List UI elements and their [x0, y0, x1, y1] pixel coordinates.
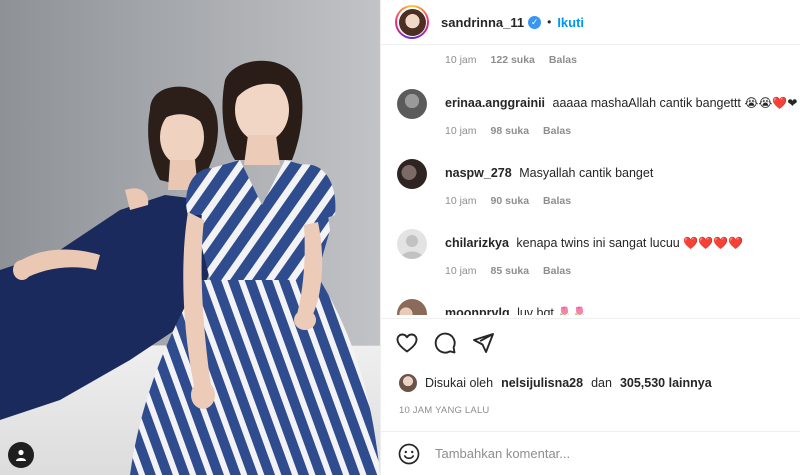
follow-button[interactable]: Ikuti	[557, 15, 584, 30]
commenter-avatar[interactable]	[397, 299, 427, 315]
commenter-avatar[interactable]	[397, 229, 427, 259]
comment-likes[interactable]: 98 suka	[491, 125, 530, 137]
comment-text: naspw_278 Masyallah cantik banget	[445, 166, 653, 180]
comment-likes[interactable]: 122 suka	[491, 54, 535, 66]
share-icon	[473, 332, 494, 353]
author-avatar[interactable]	[395, 5, 429, 39]
commenter-username[interactable]: moonprvlg	[445, 306, 510, 315]
likes-joiner: dan	[591, 376, 612, 390]
comment-input[interactable]	[435, 446, 765, 461]
author-username[interactable]: sandrinna_11	[441, 15, 524, 30]
comment-text: erinaa.anggrainii aaaaa mashaAllah canti…	[445, 96, 797, 110]
photo-tag-button[interactable]	[8, 442, 34, 468]
commenter-username[interactable]: chilarizkya	[445, 236, 509, 250]
heart-icon	[396, 333, 418, 352]
post-header: sandrinna_11 ✓ • Ikuti	[381, 0, 800, 45]
likes-count[interactable]: 305,530 lainnya	[620, 376, 712, 390]
comment-emoji: 🌷🌷	[557, 306, 588, 315]
comment-body: aaaaa mashaAllah cantik bangettt	[552, 96, 741, 110]
comment-item: naspw_278 Masyallah cantik banget 10 jam…	[381, 157, 800, 227]
comment-time: 10 jam	[445, 54, 477, 66]
header-separator: •	[547, 15, 552, 29]
comment-likes[interactable]: 90 suka	[491, 195, 530, 207]
photo-subjects	[0, 60, 380, 475]
likes-prefix: Disukai oleh	[425, 376, 494, 390]
commenter-username[interactable]: naspw_278	[445, 166, 512, 180]
comment-item: erinaa.anggrainii aaaaa mashaAllah canti…	[381, 87, 800, 157]
reply-button[interactable]: Balas	[543, 265, 571, 277]
comment-text: moonprvlg luv bqt 🌷🌷	[445, 306, 587, 315]
default-avatar-icon	[401, 235, 423, 259]
comment-time: 10 jam	[445, 125, 477, 137]
comment-item: chilarizkya kenapa twins ini sangat lucu…	[381, 227, 800, 297]
comment-time: 10 jam	[445, 195, 477, 207]
comment-body: Masyallah cantik banget	[519, 166, 654, 180]
comment-item: moonprvlg luv bqt 🌷🌷	[381, 297, 800, 315]
comment-meta: 10 jam 122 suka Balas	[445, 54, 577, 66]
likes-summary: Disukai oleh nelsijulisna28 dan 305,530 …	[399, 374, 712, 392]
reply-button[interactable]: Balas	[543, 125, 571, 137]
comment-button[interactable]	[433, 331, 457, 355]
liker-username[interactable]: nelsijulisna28	[501, 376, 583, 390]
like-button[interactable]	[395, 331, 419, 355]
commenter-avatar[interactable]	[397, 89, 427, 119]
comment-meta: 10 jam 85 suka Balas	[445, 265, 571, 277]
share-button[interactable]	[471, 331, 495, 355]
user-tag-icon	[16, 449, 26, 461]
comments-list[interactable]: 10 jam 122 suka Balas erinaa.anggrainii …	[381, 45, 800, 315]
comment-likes[interactable]: 85 suka	[491, 265, 530, 277]
comment-icon	[434, 332, 456, 354]
comment-time: 10 jam	[445, 265, 477, 277]
comment-emoji: 😭😭❤️❤	[744, 96, 798, 110]
emoji-icon[interactable]	[397, 442, 421, 466]
commenter-avatar[interactable]	[397, 159, 427, 189]
post-actions	[381, 318, 800, 366]
comment-meta: 10 jam 98 suka Balas	[445, 125, 571, 137]
comment-meta: 10 jam 90 suka Balas	[445, 195, 571, 207]
post-sidebar: sandrinna_11 ✓ • Ikuti 10 jam 122 suka B…	[380, 0, 800, 475]
liker-avatar[interactable]	[399, 374, 417, 392]
add-comment-bar	[381, 431, 800, 475]
commenter-username[interactable]: erinaa.anggrainii	[445, 96, 545, 110]
comment-body: kenapa twins ini sangat lucuu	[516, 236, 680, 250]
reply-button[interactable]: Balas	[543, 195, 571, 207]
comment-text: chilarizkya kenapa twins ini sangat lucu…	[445, 236, 743, 250]
post-timestamp[interactable]: 10 JAM YANG LALU	[399, 405, 490, 416]
reply-button[interactable]: Balas	[549, 54, 577, 66]
post-photo[interactable]	[0, 0, 380, 475]
verified-badge-icon: ✓	[528, 15, 542, 29]
comment-body: luv bqt	[517, 306, 554, 315]
comment-emoji: ❤️❤️❤️❤️	[683, 236, 743, 250]
